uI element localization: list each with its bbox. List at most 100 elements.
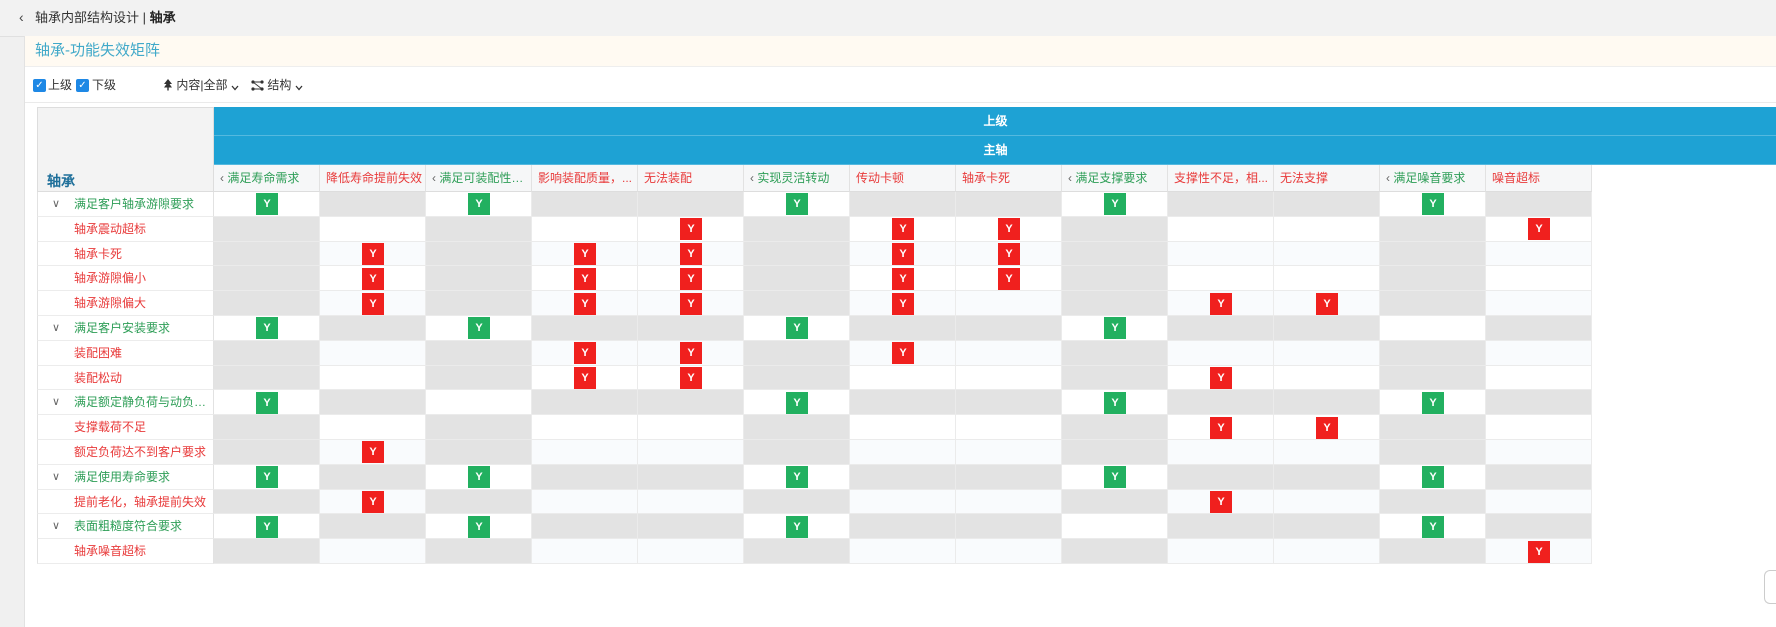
matrix-cell[interactable] [320, 316, 426, 341]
matrix-cell[interactable] [1062, 489, 1168, 515]
matrix-cell[interactable] [214, 340, 320, 366]
failure-mark[interactable]: Y [892, 342, 914, 365]
row-label[interactable]: 装配松动 [37, 365, 214, 391]
matrix-cell[interactable] [638, 464, 744, 490]
expand-chevron-icon[interactable]: ∨ [52, 514, 60, 538]
matrix-cell[interactable] [426, 241, 532, 267]
matrix-cell[interactable] [320, 365, 426, 391]
function-mark[interactable]: Y [1422, 391, 1444, 414]
matrix-cell[interactable] [1486, 365, 1592, 391]
function-mark[interactable]: Y [1422, 515, 1444, 538]
content-filter-dropdown[interactable]: 内容|全部 [163, 78, 239, 93]
row-label[interactable]: 轴承震动超标 [37, 216, 214, 242]
matrix-cell[interactable] [850, 464, 956, 490]
matrix-cell[interactable] [532, 415, 638, 440]
matrix-cell[interactable] [1168, 216, 1274, 242]
failure-mark[interactable]: Y [998, 243, 1020, 265]
failure-mark[interactable]: Y [892, 243, 914, 265]
matrix-cell[interactable] [1274, 365, 1380, 391]
matrix-cell[interactable] [320, 415, 426, 440]
structure-dropdown[interactable]: 结构 [251, 78, 303, 93]
matrix-cell[interactable] [426, 291, 532, 316]
matrix-cell[interactable] [1486, 291, 1592, 316]
failure-mark[interactable]: Y [574, 292, 596, 315]
matrix-cell[interactable] [850, 489, 956, 515]
matrix-cell[interactable] [956, 390, 1062, 416]
matrix-cell[interactable] [638, 390, 744, 416]
matrix-cell[interactable] [1168, 192, 1274, 217]
expand-chevron-icon[interactable]: ∨ [52, 465, 60, 489]
column-header[interactable]: 影响装配质量，... [532, 165, 638, 192]
matrix-cell[interactable] [956, 365, 1062, 391]
matrix-cell[interactable] [426, 390, 532, 416]
function-mark[interactable]: Y [256, 193, 278, 216]
matrix-cell[interactable] [1274, 241, 1380, 267]
failure-mark[interactable]: Y [680, 292, 702, 315]
matrix-cell[interactable] [1168, 440, 1274, 465]
matrix-cell[interactable] [1380, 266, 1486, 292]
column-header[interactable]: 无法支撑 [1274, 165, 1380, 192]
function-mark[interactable]: Y [786, 391, 808, 414]
matrix-cell[interactable] [638, 489, 744, 515]
failure-mark[interactable]: Y [892, 292, 914, 315]
matrix-cell[interactable] [1168, 266, 1274, 292]
matrix-cell[interactable] [1380, 539, 1486, 564]
column-header[interactable]: ‹ 满足寿命需求 [214, 165, 320, 192]
function-mark[interactable]: Y [786, 193, 808, 216]
matrix-cell[interactable] [638, 316, 744, 341]
matrix-cell[interactable] [426, 216, 532, 242]
matrix-cell[interactable] [320, 539, 426, 564]
function-mark[interactable]: Y [1422, 466, 1444, 489]
matrix-cell[interactable] [532, 216, 638, 242]
matrix-cell[interactable] [1168, 464, 1274, 490]
column-header[interactable]: 轴承卡死 [956, 165, 1062, 192]
matrix-cell[interactable] [744, 340, 850, 366]
matrix-cell[interactable] [1062, 266, 1168, 292]
matrix-cell[interactable] [1062, 291, 1168, 316]
function-mark[interactable]: Y [1104, 317, 1126, 340]
failure-mark[interactable]: Y [1316, 416, 1338, 439]
matrix-cell[interactable] [426, 539, 532, 564]
scroll-handle[interactable] [1764, 570, 1776, 604]
matrix-cell[interactable] [744, 241, 850, 267]
failure-mark[interactable]: Y [362, 491, 384, 513]
matrix-cell[interactable] [214, 440, 320, 465]
row-label[interactable]: ∨ 满足客户安装要求 [37, 316, 214, 341]
matrix-cell[interactable] [532, 316, 638, 341]
matrix-cell[interactable] [638, 514, 744, 540]
failure-mark[interactable]: Y [574, 342, 596, 365]
matrix-cell[interactable] [1486, 514, 1592, 540]
matrix-cell[interactable] [850, 440, 956, 465]
matrix-cell[interactable] [320, 340, 426, 366]
failure-mark[interactable]: Y [998, 218, 1020, 241]
failure-mark[interactable]: Y [680, 218, 702, 241]
matrix-cell[interactable] [214, 216, 320, 242]
row-label[interactable]: 支撑载荷不足 [37, 415, 214, 440]
matrix-cell[interactable] [214, 241, 320, 267]
failure-mark[interactable]: Y [892, 218, 914, 241]
matrix-cell[interactable] [1380, 291, 1486, 316]
matrix-cell[interactable] [1486, 390, 1592, 416]
matrix-cell[interactable] [956, 464, 1062, 490]
matrix-cell[interactable] [638, 539, 744, 564]
function-mark[interactable]: Y [468, 515, 490, 538]
matrix-cell[interactable] [1486, 340, 1592, 366]
matrix-cell[interactable] [850, 415, 956, 440]
matrix-cell[interactable] [850, 514, 956, 540]
upper-checkbox[interactable]: ✓ [33, 79, 46, 92]
matrix-cell[interactable] [426, 340, 532, 366]
matrix-cell[interactable] [956, 291, 1062, 316]
failure-mark[interactable]: Y [1528, 218, 1550, 241]
row-label[interactable]: 轴承噪音超标 [37, 539, 214, 564]
matrix-cell[interactable] [320, 192, 426, 217]
matrix-cell[interactable] [1062, 514, 1168, 540]
matrix-cell[interactable] [1168, 340, 1274, 366]
column-header[interactable]: 支撑性不足，相... [1168, 165, 1274, 192]
row-label[interactable]: 额定负荷达不到客户要求 [37, 440, 214, 465]
matrix-cell[interactable] [744, 489, 850, 515]
matrix-cell[interactable] [214, 365, 320, 391]
expand-chevron-icon[interactable]: ∨ [52, 390, 60, 414]
failure-mark[interactable]: Y [1210, 491, 1232, 513]
matrix-cell[interactable] [744, 365, 850, 391]
matrix-cell[interactable] [320, 390, 426, 416]
